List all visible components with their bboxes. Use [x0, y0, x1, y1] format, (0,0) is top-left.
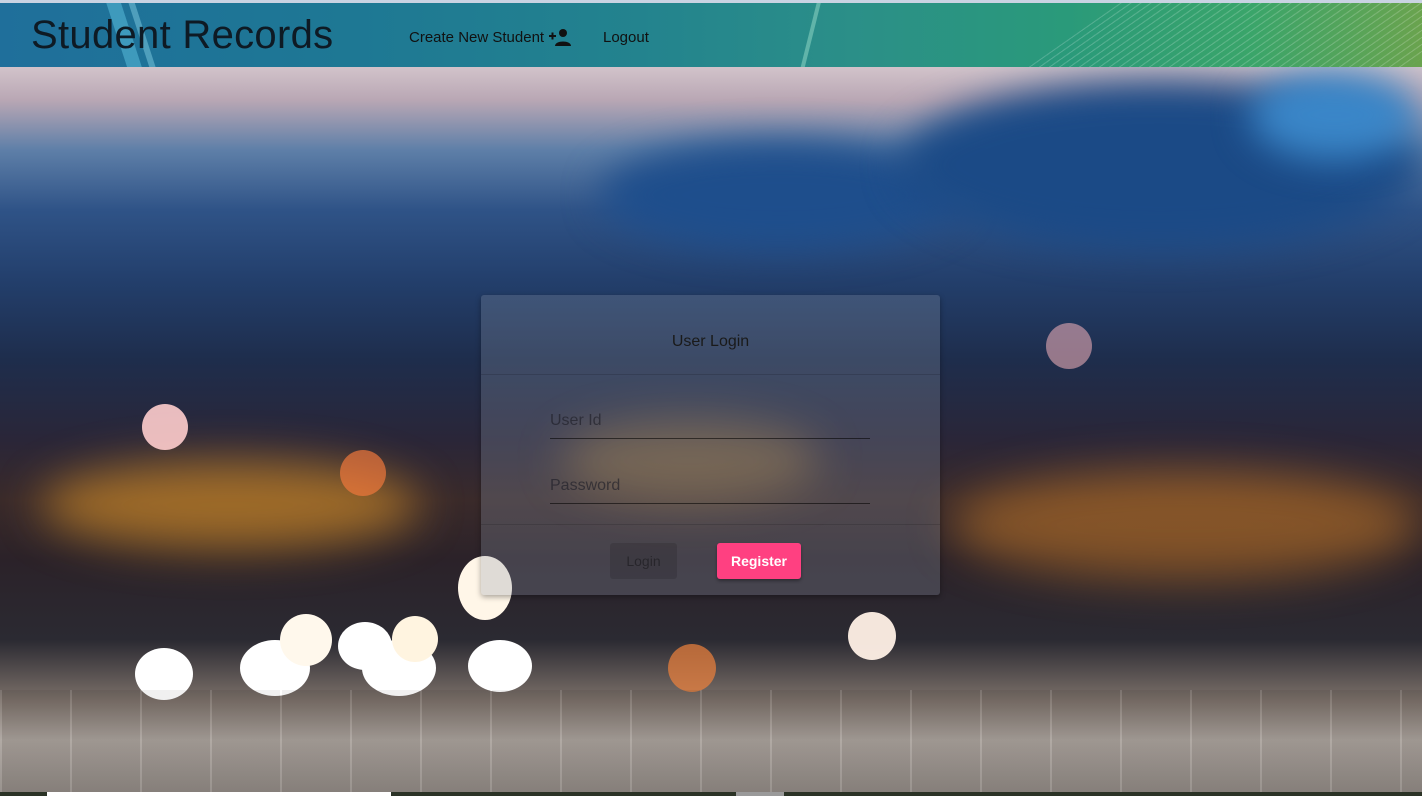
- register-button[interactable]: Register: [717, 543, 801, 579]
- app-title: Student Records: [31, 13, 334, 57]
- user-id-input[interactable]: [550, 404, 870, 439]
- app-toolbar: Student Records Create New Student Logou…: [0, 3, 1422, 67]
- create-new-student-button[interactable]: Create New Student: [409, 23, 572, 51]
- logout-button[interactable]: Logout: [603, 23, 649, 51]
- card-header-divider: [481, 374, 940, 375]
- person-add-icon: [548, 27, 572, 47]
- login-card-title: User Login: [671, 333, 750, 350]
- login-card: User Login Login Register: [481, 295, 940, 595]
- logout-label: Logout: [603, 28, 649, 46]
- login-button[interactable]: Login: [610, 543, 677, 579]
- password-input[interactable]: [550, 469, 870, 504]
- card-actions-divider: [481, 524, 940, 525]
- bottom-strip: [0, 792, 1422, 796]
- page: Student Records Create New Student Logou…: [0, 0, 1422, 796]
- create-student-label: Create New Student: [409, 28, 545, 46]
